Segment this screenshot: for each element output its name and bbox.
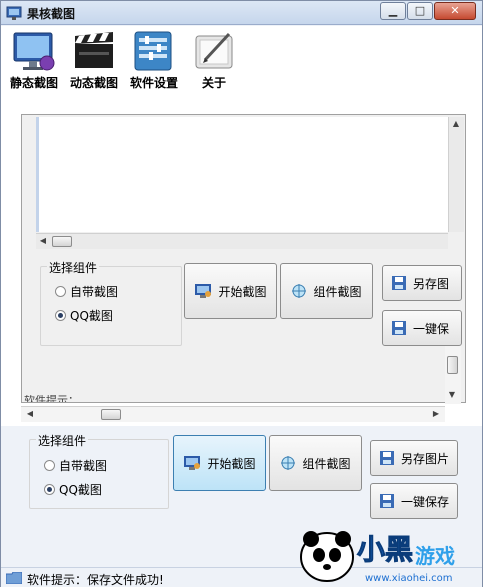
nested-one-key-save-button[interactable]: 一键保 <box>382 310 462 346</box>
maximize-icon: □ <box>414 4 426 17</box>
component-group: 选择组件 自带截图 QQ截图 <box>29 432 169 509</box>
component-capture-button[interactable]: 组件截图 <box>269 435 362 491</box>
radio-builtin-capture[interactable]: 自带截图 <box>55 283 118 300</box>
tool-dynamic-capture[interactable]: 动态截图 <box>64 30 124 94</box>
button-label: 另存图片 <box>400 451 449 466</box>
monitor-icon <box>13 32 55 71</box>
scroll-up-icon[interactable]: ▲ <box>449 117 463 131</box>
tool-label: 静态截图 <box>9 76 58 90</box>
close-icon: ✕ <box>450 4 460 17</box>
folder-icon <box>6 572 22 584</box>
scroll-thumb[interactable] <box>52 236 72 247</box>
crosshair-icon <box>281 456 296 470</box>
scroll-left-icon[interactable]: ◀ <box>36 234 50 248</box>
radio-icon <box>44 460 55 471</box>
radio-qq-capture[interactable]: QQ截图 <box>44 481 102 498</box>
maximize-button[interactable]: □ <box>407 2 433 20</box>
settings-panel-icon <box>134 31 172 71</box>
nested-save-as-button[interactable]: 另存图 <box>382 265 462 301</box>
watermark-logo: 小黑 游戏 www.xiaohei.com <box>300 531 455 584</box>
about-pen-icon <box>195 32 233 69</box>
outer-vertical-scrollbar[interactable]: ▼ <box>445 346 461 404</box>
clapperboard-icon <box>75 32 113 68</box>
app-window: 果核截图 ▁ □ ✕ 静态截图 动态截图 软件设置 关于 ▲ ◀ 选择组件 自带… <box>0 0 483 587</box>
button-label: 组件截图 <box>313 284 362 299</box>
group-title: 选择组件 <box>36 432 89 449</box>
group-title: 选择组件 <box>47 259 100 276</box>
radio-label: QQ截图 <box>70 309 113 323</box>
floppy-icon <box>379 494 394 508</box>
tool-label: 软件设置 <box>129 76 178 90</box>
tool-static-capture[interactable]: 静态截图 <box>4 30 64 94</box>
nested-status-text: 软件提示： <box>24 395 79 403</box>
radio-icon <box>55 286 66 297</box>
outer-horizontal-scrollbar[interactable]: ◀ ▶ <box>21 406 445 422</box>
floppy-icon <box>379 451 394 465</box>
radio-label: 自带截图 <box>70 285 119 299</box>
nested-component-capture-button[interactable]: 组件截图 <box>280 263 373 319</box>
nested-preview-panel: ▲ ◀ 选择组件 自带截图 QQ截图 开始截图 组件截图 另存图 一键保 软件提… <box>21 114 466 403</box>
minimize-button[interactable]: ▁ <box>380 2 406 20</box>
scroll-thumb[interactable] <box>447 356 458 374</box>
title-bar[interactable]: 果核截图 ▁ □ ✕ <box>1 1 482 25</box>
crosshair-icon <box>292 284 307 298</box>
radio-qq-capture[interactable]: QQ截图 <box>55 307 113 324</box>
radio-selected-icon <box>44 484 55 495</box>
button-label: 开始截图 <box>218 284 267 299</box>
tool-settings[interactable]: 软件设置 <box>124 30 184 94</box>
radio-builtin-capture[interactable]: 自带截图 <box>44 457 107 474</box>
nested-status-line: 软件提示： <box>24 395 79 403</box>
button-label: 开始截图 <box>207 456 256 471</box>
tool-label: 动态截图 <box>69 76 118 90</box>
minimize-icon: ▁ <box>388 4 398 17</box>
tool-label: 关于 <box>201 76 226 90</box>
capture-monitor-icon <box>184 456 201 470</box>
scroll-thumb[interactable] <box>101 409 121 420</box>
button-label: 一键保 <box>413 321 450 336</box>
scroll-right-icon[interactable]: ▶ <box>429 407 443 421</box>
svg-text:游戏: 游戏 <box>415 544 455 568</box>
radio-label: 自带截图 <box>59 459 108 473</box>
status-text: 软件提示：保存文件成功! <box>27 573 164 587</box>
close-button[interactable]: ✕ <box>434 2 476 20</box>
window-title: 果核截图 <box>27 7 76 21</box>
svg-text:www.xiaohei.com: www.xiaohei.com <box>365 573 453 584</box>
floppy-icon <box>392 321 406 335</box>
toolbar: 静态截图 动态截图 软件设置 关于 <box>1 26 482 96</box>
screenshot-preview <box>36 117 448 232</box>
button-label: 一键保存 <box>400 494 449 509</box>
inner-horizontal-scrollbar[interactable]: ◀ <box>36 233 448 249</box>
app-icon <box>6 6 22 20</box>
radio-label: QQ截图 <box>59 483 102 497</box>
button-label: 组件截图 <box>302 456 351 471</box>
save-as-button[interactable]: 另存图片 <box>370 440 458 476</box>
nested-start-capture-button[interactable]: 开始截图 <box>184 263 277 319</box>
capture-monitor-icon <box>195 284 212 298</box>
scroll-left-icon[interactable]: ◀ <box>23 407 37 421</box>
radio-selected-icon <box>55 310 66 321</box>
one-key-save-button[interactable]: 一键保存 <box>370 483 458 519</box>
scroll-down-icon[interactable]: ▼ <box>445 388 459 402</box>
content-area: ▲ ◀ 选择组件 自带截图 QQ截图 开始截图 组件截图 另存图 一键保 软件提… <box>1 96 482 426</box>
nested-component-group: 选择组件 自带截图 QQ截图 <box>40 259 182 346</box>
svg-text:小黑: 小黑 <box>357 533 413 566</box>
button-label: 另存图 <box>413 276 450 291</box>
inner-vertical-scrollbar[interactable]: ▲ <box>448 117 464 232</box>
floppy-icon <box>392 276 406 290</box>
tool-about[interactable]: 关于 <box>184 30 244 94</box>
start-capture-button[interactable]: 开始截图 <box>173 435 266 491</box>
